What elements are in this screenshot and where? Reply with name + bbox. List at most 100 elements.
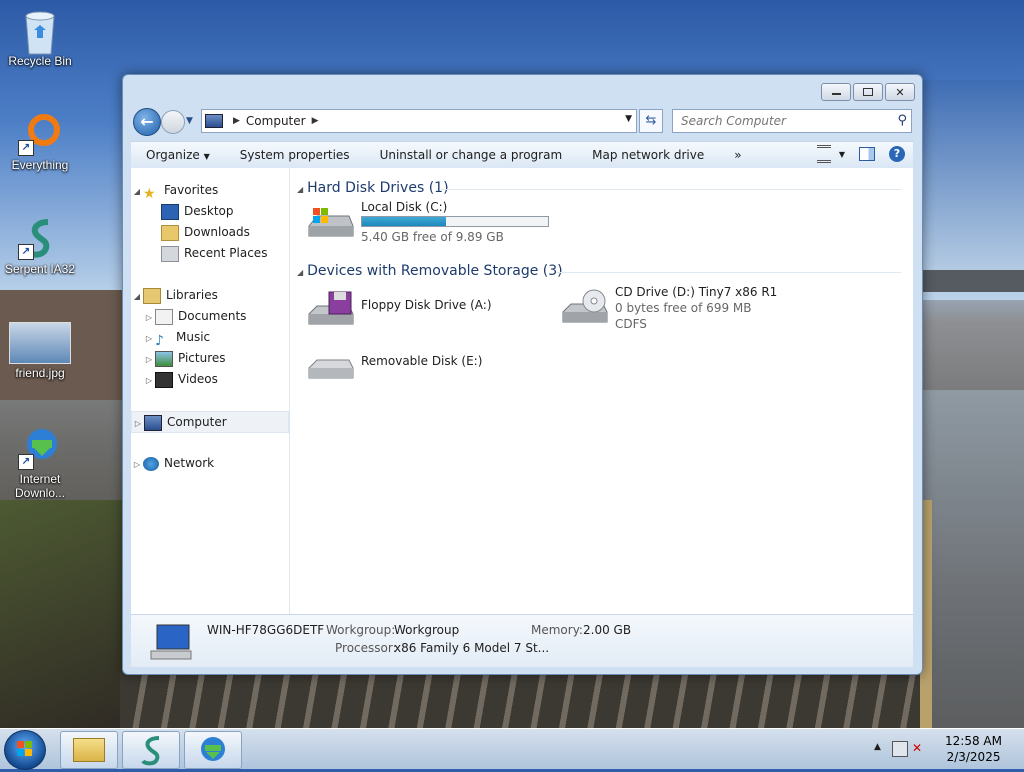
- nav-music[interactable]: ▷ ♪ Music: [131, 327, 299, 349]
- explorer-window[interactable]: ✕ ← ▼ ▶ Computer ▶ ▼ ⇆ ⚲ Organize ▼ Syst…: [122, 74, 923, 675]
- nav-computer[interactable]: ▷ Computer: [131, 411, 289, 433]
- desktop-icon-recycle-bin[interactable]: Recycle Bin: [0, 8, 80, 68]
- address-history-dropdown[interactable]: ▼: [625, 114, 632, 124]
- wallpaper-grass: [0, 500, 130, 730]
- music-note-icon: ♪: [155, 332, 164, 349]
- navigation-bar: ← ▼ ▶ Computer ▶ ▼ ⇆ ⚲: [131, 107, 914, 136]
- expanded-triangle-icon[interactable]: ◢: [131, 287, 143, 307]
- drive-name: Floppy Disk Drive (A:): [361, 298, 492, 312]
- expanded-triangle-icon[interactable]: ◢: [131, 182, 143, 202]
- chevron-down-icon: ▼: [203, 152, 210, 161]
- show-hidden-icons-button[interactable]: ▲: [874, 742, 881, 752]
- organize-button[interactable]: Organize ▼: [131, 148, 225, 162]
- nav-network-label: Network: [164, 456, 215, 470]
- removable-storage-heading: Devices with Removable Storage (3): [307, 263, 563, 279]
- volume-muted-icon[interactable]: ✕: [912, 741, 922, 755]
- drive-file-system: CDFS: [615, 317, 647, 331]
- computer-icon: [205, 114, 223, 128]
- nav-favorites-label: Favorites: [164, 183, 219, 197]
- minimize-button[interactable]: [821, 83, 851, 101]
- capacity-bar-fill: [362, 217, 447, 226]
- start-button[interactable]: [4, 730, 46, 770]
- search-box[interactable]: ⚲: [672, 109, 912, 133]
- nav-documents-label: Documents: [178, 309, 247, 323]
- collapsed-triangle-icon[interactable]: ▷: [132, 414, 144, 434]
- desktop-icon-internet-download-manager[interactable]: ↗ Internet Downlo...: [0, 426, 80, 500]
- wallpaper-bridge: [922, 270, 1024, 292]
- cd-drive-icon: [562, 289, 608, 323]
- star-icon: ★: [143, 185, 156, 202]
- nav-pictures[interactable]: ▷ Pictures: [131, 348, 299, 368]
- breadcrumb-arrow-icon[interactable]: ▶: [312, 116, 319, 126]
- nav-documents[interactable]: ▷ Documents: [131, 306, 299, 326]
- desktop-icon-friend-jpg[interactable]: friend.jpg: [0, 322, 80, 380]
- back-button[interactable]: ←: [133, 108, 161, 136]
- system-properties-button[interactable]: System properties: [225, 148, 365, 162]
- drive-cd-d[interactable]: CD Drive (D:) Tiny7 x86 R1 0 bytes free …: [561, 284, 811, 334]
- nav-libraries[interactable]: ◢ Libraries: [131, 285, 287, 305]
- uninstall-program-button[interactable]: Uninstall or change a program: [365, 148, 578, 162]
- search-icon[interactable]: ⚲: [897, 113, 907, 128]
- drive-local-disk-c[interactable]: Local Disk (C:) 5.40 GB free of 9.89 GB: [307, 200, 567, 248]
- change-view-button[interactable]: ▼: [816, 145, 845, 163]
- hard-disk-drives-group[interactable]: ◢ Hard Disk Drives (1): [297, 180, 449, 196]
- recent-pages-dropdown[interactable]: ▼: [186, 116, 193, 126]
- close-button[interactable]: ✕: [885, 83, 915, 101]
- maximize-button[interactable]: [853, 83, 883, 101]
- documents-icon: [155, 308, 173, 325]
- collapsed-triangle-icon[interactable]: ▷: [143, 371, 155, 391]
- collapsed-triangle-icon[interactable]: ▷: [143, 308, 155, 328]
- nav-desktop[interactable]: Desktop: [131, 201, 317, 221]
- map-network-drive-button[interactable]: Map network drive: [577, 148, 719, 162]
- downloads-folder-icon: [161, 224, 179, 241]
- drive-name: CD Drive (D:) Tiny7 x86 R1: [615, 285, 778, 299]
- drive-free-space: 5.40 GB free of 9.89 GB: [361, 230, 504, 244]
- drive-name: Local Disk (C:): [361, 200, 448, 214]
- desktop-icon-everything[interactable]: ↗ Everything: [0, 112, 80, 172]
- shortcut-arrow-icon: ↗: [18, 140, 34, 156]
- breadcrumb-arrow-icon[interactable]: ▶: [233, 116, 240, 126]
- desktop-icon-label: Internet Downlo...: [14, 472, 66, 500]
- drive-name: Removable Disk (E:): [361, 354, 483, 368]
- image-thumbnail-icon: [9, 322, 71, 364]
- nav-recent-places[interactable]: Recent Places: [131, 243, 317, 263]
- memory-value: 2.00 GB: [583, 623, 632, 637]
- system-tray: ▲ ✕ 12:58 AM 2/3/2025: [864, 729, 1024, 769]
- collapsed-triangle-icon[interactable]: ▷: [143, 329, 155, 349]
- libraries-icon: [143, 287, 161, 304]
- drive-floppy-a[interactable]: Floppy Disk Drive (A:): [307, 286, 547, 330]
- help-button[interactable]: ?: [889, 146, 905, 162]
- windows-logo-icon: [17, 741, 32, 756]
- folder-icon: [73, 738, 105, 762]
- preview-pane-button[interactable]: [859, 147, 875, 161]
- taskbar-idm-button[interactable]: [184, 731, 242, 769]
- videos-filmstrip-icon: [155, 371, 173, 388]
- group-divider: [556, 272, 901, 273]
- desktop-icon-serpent[interactable]: ↗ Serpent IA32: [0, 216, 80, 276]
- address-bar[interactable]: ▶ Computer ▶ ▼: [201, 109, 637, 133]
- forward-button[interactable]: [161, 110, 185, 134]
- taskbar-serpent-button[interactable]: [122, 731, 180, 769]
- desktop-icon-label: friend.jpg: [15, 366, 65, 380]
- taskbar-explorer-button[interactable]: [60, 731, 118, 769]
- refresh-button[interactable]: ⇆: [639, 109, 663, 133]
- nav-network[interactable]: ▷ Network: [131, 453, 287, 473]
- floppy-drive-icon: [308, 291, 354, 325]
- nav-downloads[interactable]: Downloads: [131, 222, 317, 242]
- details-pane: WIN-HF78GG6DETF Workgroup: Workgroup Mem…: [131, 614, 913, 667]
- explorer-body: ◢ ★ Favorites Desktop Downloads Recent Pla…: [131, 168, 913, 614]
- internet-download-manager-icon: ↗: [18, 426, 62, 470]
- breadcrumb-computer[interactable]: Computer: [246, 114, 306, 128]
- collapsed-triangle-icon[interactable]: ▷: [131, 455, 143, 475]
- nav-favorites[interactable]: ◢ ★ Favorites: [131, 180, 287, 202]
- nav-videos[interactable]: ▷ Videos: [131, 369, 299, 389]
- collapsed-triangle-icon[interactable]: ▷: [143, 350, 155, 370]
- more-commands-button[interactable]: »: [719, 148, 756, 162]
- serpent-dragon-icon: [141, 736, 160, 766]
- network-icon: [143, 456, 159, 471]
- network-status-icon[interactable]: [892, 741, 908, 757]
- search-input[interactable]: [679, 110, 893, 132]
- removable-storage-group[interactable]: ◢ Devices with Removable Storage (3): [297, 263, 563, 279]
- drive-removable-e[interactable]: Removable Disk (E:): [307, 344, 547, 384]
- clock[interactable]: 12:58 AM 2/3/2025: [945, 733, 1002, 765]
